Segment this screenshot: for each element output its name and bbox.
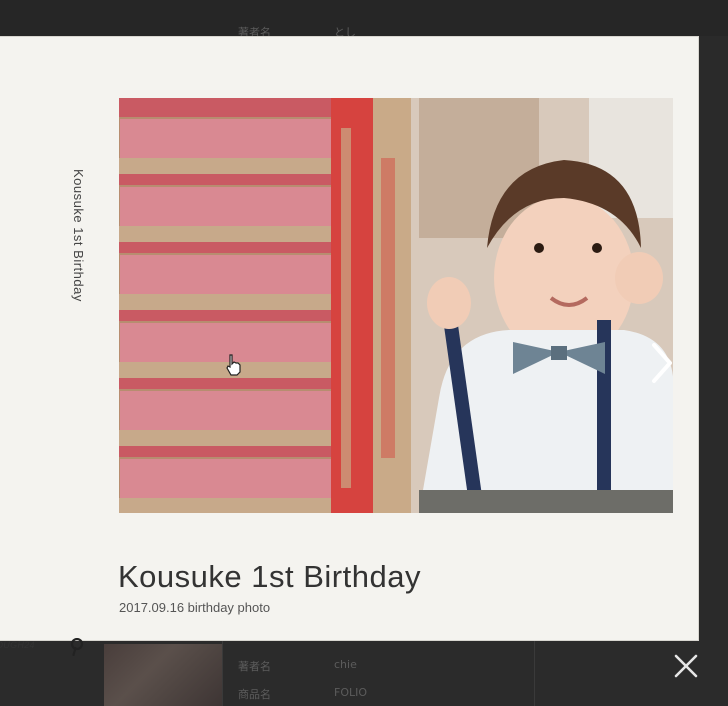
pin-icon[interactable]: [70, 638, 84, 656]
hand-cursor-icon: [226, 354, 241, 376]
album-title: Kousuke 1st Birthday: [118, 559, 421, 594]
background-bottom-strip: 著者名 chie 商品名 FOLIO: [0, 640, 728, 706]
close-icon[interactable]: [672, 652, 700, 680]
background-thumbnail: [104, 644, 222, 706]
side-title: Kousuke 1st Birthday: [71, 169, 86, 302]
background-product-value: FOLIO: [334, 686, 368, 699]
viewer-overlay: 著者名 とし 著者名 chie 商品名 FOLIO Kousuke 1st Bi…: [0, 0, 728, 706]
background-top-strip: 著者名 とし: [0, 0, 728, 39]
brand-logo: OUGH24: [0, 640, 35, 650]
background-author-value-2: chie: [334, 658, 357, 671]
photo-illustration: [119, 98, 673, 513]
photo-modal: Kousuke 1st Birthday Kousuke 1st Birthda…: [0, 37, 698, 656]
background-divider: [534, 640, 535, 706]
album-photo: [119, 98, 673, 513]
chevron-right-icon[interactable]: [648, 341, 676, 385]
background-author-label-2: 著者名: [238, 660, 271, 673]
background-product-label: 商品名: [238, 688, 271, 701]
album-subtitle: 2017.09.16 birthday photo: [119, 600, 271, 615]
background-divider: [222, 640, 223, 706]
